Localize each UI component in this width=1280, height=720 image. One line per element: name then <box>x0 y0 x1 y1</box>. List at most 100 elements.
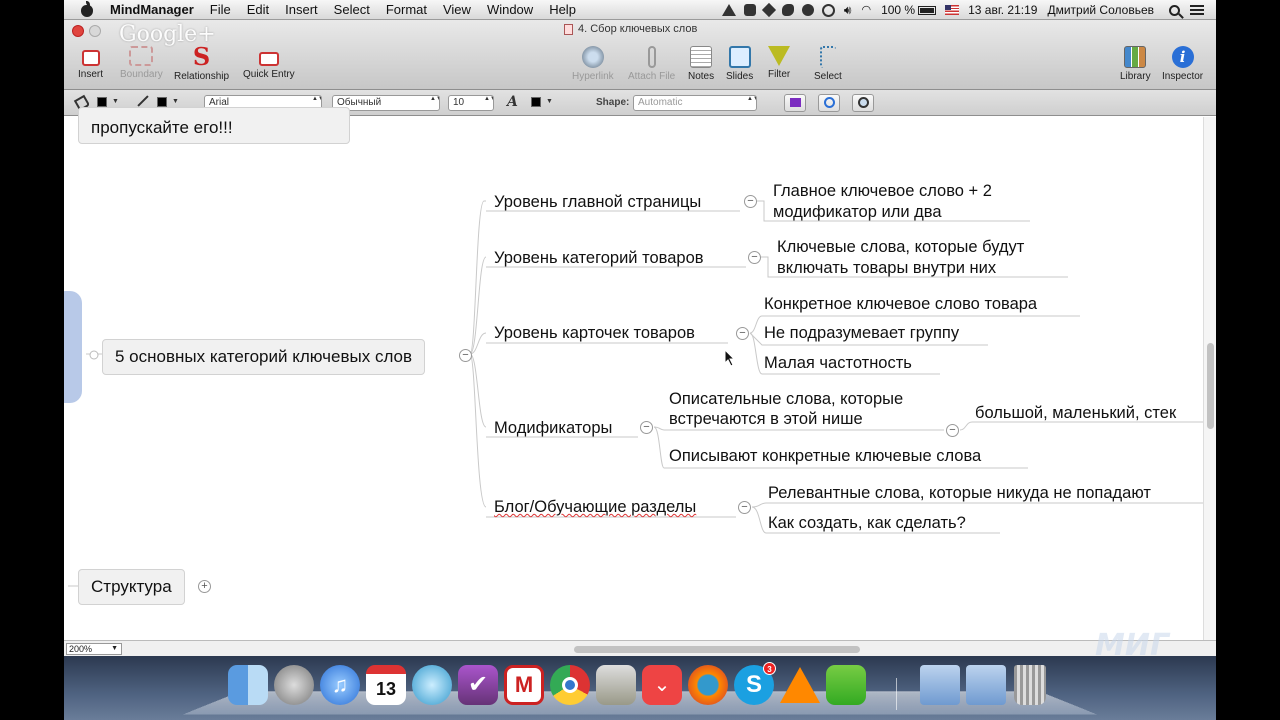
applications-folder-icon[interactable] <box>920 665 960 705</box>
relationship-button[interactable]: S Relationship <box>174 45 229 83</box>
font-size-select[interactable]: 10 <box>448 95 494 111</box>
messages-icon[interactable] <box>412 665 452 705</box>
launchpad-icon[interactable] <box>274 665 314 705</box>
categories-child-line2[interactable]: включать товары внутри них <box>777 258 996 278</box>
select-button[interactable]: Select <box>814 46 842 82</box>
partial-topic-top[interactable]: пропускайте его!!! <box>78 107 350 144</box>
horizontal-scroll-thumb[interactable] <box>574 646 860 653</box>
close-button[interactable] <box>72 25 84 37</box>
collapse-blog-icon[interactable]: − <box>738 501 751 514</box>
horizontal-scrollbar[interactable]: 200% ▼ <box>64 640 1216 656</box>
collapse-modifiers-icon[interactable]: − <box>640 421 653 434</box>
notification-center-icon[interactable] <box>1190 5 1204 15</box>
menu-select[interactable]: Select <box>326 0 378 20</box>
wifi-icon[interactable]: ◠ <box>861 0 871 20</box>
menu-window[interactable]: Window <box>479 0 541 20</box>
modifiers-child-2[interactable]: Описывают конкретные ключевые слова <box>669 446 981 466</box>
collapse-product-cards-icon[interactable]: − <box>736 327 749 340</box>
insert-button[interactable]: Insert <box>78 46 103 80</box>
skype-status-icon[interactable] <box>801 4 814 16</box>
mindmap-canvas[interactable]: пропускайте его!!! 5 основных категорий … <box>64 107 1216 640</box>
blog-child-2[interactable]: Как создать, как сделать? <box>768 513 966 533</box>
central-topic[interactable]: 5 основных категорий ключевых слов <box>102 339 426 375</box>
library-button[interactable]: Library <box>1120 46 1151 82</box>
dropbox-icon[interactable] <box>761 2 776 18</box>
collapse-main-page-icon[interactable]: − <box>744 195 757 208</box>
main-page-child-line2[interactable]: модификатор или два <box>773 202 942 222</box>
evernote-icon[interactable] <box>826 665 866 705</box>
modifiers-child-line1[interactable]: Описательные слова, которые <box>669 389 903 409</box>
product-card-child-3[interactable]: Малая частотность <box>764 353 912 373</box>
expand-structure-icon[interactable]: + <box>198 580 211 593</box>
vertical-scroll-thumb[interactable] <box>1207 343 1214 429</box>
clock[interactable]: 13 авг. 21:19 <box>968 0 1037 20</box>
main-page-child-line1[interactable]: Главное ключевое слово + 2 <box>773 181 992 201</box>
categories-child-line1[interactable]: Ключевые слова, которые будут <box>777 237 1024 257</box>
omnifocus-icon[interactable]: ✔ <box>458 665 498 705</box>
structure-topic[interactable]: Структура <box>78 569 185 605</box>
branch-blog[interactable]: Блог/Обучающие разделы <box>494 497 696 517</box>
notes-button[interactable]: Notes <box>688 46 714 82</box>
branch-main-page[interactable]: Уровень главной страницы <box>494 192 701 212</box>
pocket-icon[interactable]: ⌄ <box>642 665 682 705</box>
product-card-child-2[interactable]: Не подразумевает группу <box>764 323 959 343</box>
volume-icon[interactable]: 🔊︎ <box>844 0 852 20</box>
menu-help[interactable]: Help <box>541 0 584 20</box>
chrome-icon[interactable] <box>550 665 590 705</box>
bank-app-icon[interactable] <box>596 665 636 705</box>
text-color-dropdown-icon[interactable]: ▼ <box>546 98 553 114</box>
vertical-scrollbar[interactable] <box>1203 117 1216 640</box>
vlc-icon[interactable] <box>780 667 820 703</box>
modifiers-child-line2[interactable]: встречаются в этой нише <box>669 409 863 429</box>
text-color-swatch[interactable] <box>531 97 541 107</box>
google-drive-icon[interactable] <box>721 4 736 16</box>
menu-insert[interactable]: Insert <box>277 0 326 20</box>
firefox-icon[interactable] <box>688 665 728 705</box>
user-name[interactable]: Дмитрий Соловьев <box>1047 0 1154 20</box>
collapse-categories-icon[interactable]: − <box>748 251 761 264</box>
finder-icon[interactable] <box>228 665 268 705</box>
sync-icon[interactable] <box>821 3 835 17</box>
minimize-button[interactable] <box>89 25 101 37</box>
menu-view[interactable]: View <box>435 0 479 20</box>
branch-product-cards[interactable]: Уровень карточек товаров <box>494 323 695 343</box>
filter-button[interactable]: Filter <box>768 46 790 80</box>
blog-child-1[interactable]: Релевантные слова, которые никуда не поп… <box>768 483 1151 503</box>
menu-edit[interactable]: Edit <box>239 0 277 20</box>
apple-menu-icon[interactable] <box>80 1 94 17</box>
modifiers-grandchild[interactable]: большой, маленький, стек <box>975 403 1176 423</box>
resources-button[interactable] <box>852 94 874 112</box>
calendar-icon[interactable]: 13 <box>366 665 406 705</box>
zoom-select[interactable]: 200% ▼ <box>66 643 122 655</box>
trash-icon[interactable] <box>1014 665 1046 705</box>
boundary-button[interactable]: Boundary <box>120 46 163 80</box>
hyperlink-button[interactable]: Hyperlink <box>572 46 614 82</box>
branch-modifiers[interactable]: Модификаторы <box>494 418 612 438</box>
menu-file[interactable]: File <box>202 0 239 20</box>
slides-button[interactable]: Slides <box>726 46 753 82</box>
collapse-modifiers-child-icon[interactable]: − <box>946 424 959 437</box>
spotlight-icon[interactable] <box>1169 4 1180 16</box>
product-card-child-1[interactable]: Конкретное ключевое слово товара <box>764 294 1037 314</box>
italic-text-icon[interactable]: A <box>507 94 518 110</box>
attach-file-button[interactable]: Attach File <box>628 46 675 82</box>
quick-entry-button[interactable]: Quick Entry <box>243 46 295 80</box>
menu-app-name[interactable]: MindManager <box>106 0 202 20</box>
menu-format[interactable]: Format <box>378 0 435 20</box>
flag-marker-button[interactable] <box>784 94 806 112</box>
shape-select[interactable]: Automatic <box>633 95 757 111</box>
itunes-icon[interactable]: ♫ <box>320 665 360 705</box>
inspector-button[interactable]: i Inspector <box>1162 46 1203 82</box>
mindmanager-dock-icon[interactable]: M <box>504 665 544 705</box>
collapse-central-icon[interactable]: − <box>459 349 472 362</box>
line-pen-icon[interactable] <box>137 95 149 107</box>
line-color-swatch[interactable] <box>157 97 167 107</box>
evernote-status-icon[interactable] <box>781 4 794 16</box>
skype-icon[interactable]: S3 <box>734 662 776 705</box>
us-flag-icon[interactable] <box>945 5 960 15</box>
task-progress-button[interactable] <box>818 94 840 112</box>
documents-folder-icon[interactable] <box>966 665 1006 705</box>
puzzle-icon[interactable] <box>743 4 756 16</box>
battery-label[interactable]: 100 % <box>881 0 937 20</box>
fill-color-swatch[interactable] <box>97 97 107 107</box>
